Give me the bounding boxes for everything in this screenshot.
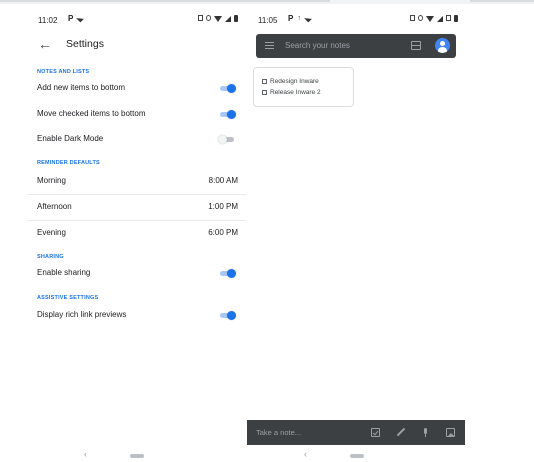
nav-home-pill[interactable] bbox=[350, 454, 364, 458]
signal-icon bbox=[225, 16, 231, 22]
reminder-label: Morning bbox=[37, 176, 66, 185]
vibrate-icon bbox=[198, 15, 203, 21]
battery-icon bbox=[454, 15, 458, 22]
note-card[interactable]: Redesign Inware Release Inware 2 bbox=[253, 67, 354, 107]
search-bar[interactable]: Search your notes bbox=[256, 34, 456, 58]
list-view-icon[interactable] bbox=[411, 41, 421, 50]
status-time: 11:02 bbox=[38, 16, 58, 25]
move-checked-items-bottom-toggle[interactable] bbox=[218, 110, 236, 119]
enable-sharing-toggle[interactable] bbox=[218, 269, 236, 278]
nav-home-pill[interactable] bbox=[130, 454, 144, 458]
setting-label: Enable sharing bbox=[37, 268, 91, 277]
signal-icon bbox=[437, 16, 443, 22]
checkbox-icon[interactable] bbox=[262, 89, 267, 95]
wifi-icon bbox=[426, 16, 434, 22]
nav-back-icon[interactable]: ‹ bbox=[304, 449, 307, 459]
setting-enable-sharing[interactable]: Enable sharing bbox=[28, 261, 246, 285]
setting-enable-dark-mode[interactable]: Enable Dark Mode bbox=[28, 127, 246, 151]
system-nav-bar: ‹ bbox=[248, 449, 466, 462]
hamburger-menu-icon[interactable] bbox=[265, 42, 274, 49]
media-notification-icon bbox=[303, 14, 312, 23]
settings-header: ← Settings bbox=[28, 36, 246, 54]
brush-icon[interactable] bbox=[396, 428, 405, 437]
setting-label: Enable Dark Mode bbox=[37, 134, 104, 143]
note-item-text: Release Inware 2 bbox=[270, 89, 321, 96]
take-note-input[interactable]: Take a note... bbox=[256, 428, 301, 437]
new-list-icon[interactable] bbox=[371, 428, 380, 437]
account-avatar-icon[interactable] bbox=[435, 38, 450, 53]
reminder-time: 1:00 PM bbox=[208, 202, 238, 211]
section-notes-and-lists: NOTES AND LISTS bbox=[37, 69, 90, 75]
section-reminder-defaults: REMINDER DEFAULTS bbox=[37, 160, 100, 166]
take-note-bar: Take a note... bbox=[247, 420, 465, 445]
notes-screen: 11:05 P ↑ Search your notes Redesign Inw… bbox=[247, 8, 466, 462]
checkbox-icon[interactable] bbox=[262, 78, 267, 84]
reminder-time: 6:00 PM bbox=[208, 228, 238, 237]
setting-add-new-items-bottom[interactable]: Add new items to bottom bbox=[28, 76, 246, 100]
add-new-items-bottom-toggle[interactable] bbox=[218, 84, 236, 93]
status-bar: 11:02 P bbox=[28, 14, 246, 28]
setting-rich-link-previews[interactable]: Display rich link previews bbox=[28, 303, 246, 327]
reminder-afternoon-row[interactable]: Afternoon 1:00 PM bbox=[28, 195, 246, 219]
media-notification-icon bbox=[76, 14, 85, 23]
reminder-time: 8:00 AM bbox=[208, 176, 238, 185]
reminder-label: Afternoon bbox=[37, 202, 72, 211]
wifi-icon bbox=[214, 16, 222, 22]
battery-icon bbox=[234, 15, 238, 22]
setting-label: Display rich link previews bbox=[37, 310, 127, 319]
back-arrow-icon[interactable]: ← bbox=[38, 36, 52, 52]
alarm-icon bbox=[206, 15, 211, 21]
system-nav-bar: ‹ bbox=[28, 449, 246, 462]
data-icon bbox=[446, 15, 451, 21]
window-top-edge bbox=[0, 0, 534, 4]
vibrate-icon bbox=[410, 15, 415, 21]
note-list-item[interactable]: Release Inware 2 bbox=[262, 89, 321, 96]
reminder-morning-row[interactable]: Morning 8:00 AM bbox=[28, 169, 246, 193]
setting-label: Move checked items to bottom bbox=[37, 109, 146, 118]
settings-screen: 11:02 P ← Settings NOTES AND LISTS Add n… bbox=[28, 8, 246, 462]
note-item-text: Redesign Inware bbox=[270, 78, 319, 85]
app-notification-icon: P bbox=[68, 14, 74, 23]
dark-mode-toggle[interactable] bbox=[218, 135, 236, 144]
alarm-icon bbox=[418, 15, 423, 21]
reminder-evening-row[interactable]: Evening 6:00 PM bbox=[28, 221, 246, 245]
rich-link-previews-toggle[interactable] bbox=[218, 311, 236, 320]
app-notification-icon: P bbox=[288, 14, 294, 23]
section-sharing: SHARING bbox=[37, 254, 64, 260]
section-assistive-settings: ASSISTIVE SETTINGS bbox=[37, 295, 99, 301]
setting-move-checked-bottom[interactable]: Move checked items to bottom bbox=[28, 102, 246, 126]
nav-back-icon[interactable]: ‹ bbox=[84, 449, 87, 459]
status-bar: 11:05 P ↑ bbox=[248, 14, 466, 28]
image-icon[interactable] bbox=[446, 428, 455, 437]
mic-icon[interactable] bbox=[421, 428, 430, 437]
note-list-item[interactable]: Redesign Inware bbox=[262, 78, 319, 85]
reminder-label: Evening bbox=[37, 228, 66, 237]
status-time: 11:05 bbox=[258, 16, 278, 25]
download-notification-icon: ↑ bbox=[297, 15, 301, 22]
page-title: Settings bbox=[66, 38, 104, 50]
search-input[interactable]: Search your notes bbox=[285, 41, 350, 50]
setting-label: Add new items to bottom bbox=[37, 83, 126, 92]
